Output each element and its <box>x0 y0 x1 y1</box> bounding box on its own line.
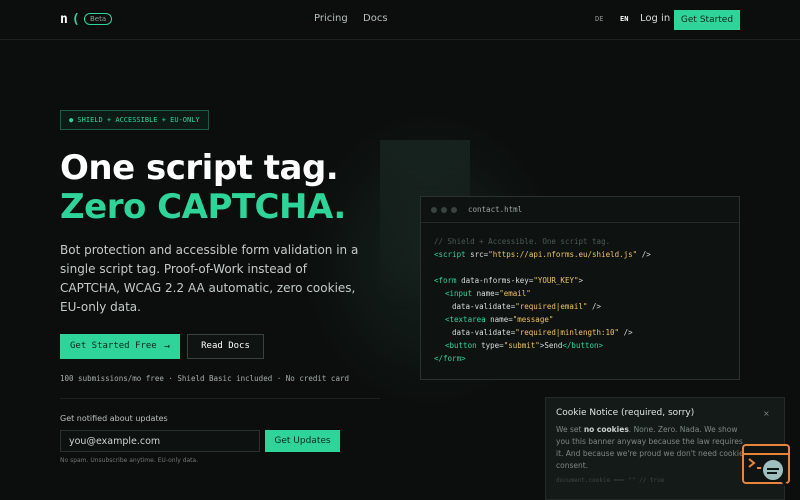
cookie-text: We set no cookies. None. Zero. Nada. We … <box>556 424 751 472</box>
code-token: "message" <box>512 315 554 324</box>
code-filename: contact.html <box>468 205 523 214</box>
code-token: data-validate= <box>452 302 516 311</box>
beta-badge: Beta <box>84 13 113 25</box>
code-token: data-nforms-key= <box>456 276 534 285</box>
window-dot-icon <box>451 207 457 213</box>
help-widget-icon[interactable] <box>742 444 790 488</box>
code-comment: // Shield + Accessible. One script tag. <box>434 237 611 246</box>
window-dot-icon <box>431 207 437 213</box>
get-updates-button[interactable]: Get Updates <box>265 430 340 452</box>
logo[interactable]: n( <box>60 12 80 27</box>
top-navigation: n( Beta Pricing Docs DE EN Log in Get St… <box>0 0 800 40</box>
code-card-header: contact.html <box>421 197 739 223</box>
code-token: <input <box>445 289 473 298</box>
code-line-form: <form data-nforms-key="YOUR_KEY"> <box>434 276 583 285</box>
code-token: "required|email" <box>515 302 588 311</box>
arrow-right-icon: → <box>163 341 170 352</box>
code-token: src= <box>465 250 489 259</box>
pricing-fineprint: 100 submissions/mo free · Shield Basic i… <box>60 374 349 383</box>
nav-link-pricing[interactable]: Pricing <box>314 13 348 24</box>
language-en[interactable]: EN <box>620 15 628 23</box>
logo-letter: n <box>60 12 68 27</box>
code-line-script: <script src="https://api.nforms.eu/shiel… <box>434 250 651 259</box>
cookie-text-bold: no cookies <box>583 425 629 434</box>
code-token: "YOUR_KEY" <box>533 276 579 285</box>
code-line-textarea-validate: data-validate="required|minlength:10" /> <box>452 328 633 337</box>
newsletter-note: No spam. Unsubscribe anytime. EU-only da… <box>60 457 199 464</box>
nav-link-docs[interactable]: Docs <box>363 13 388 24</box>
hero-description: Bot protection and accessible form valid… <box>60 243 359 314</box>
cookie-title: Cookie Notice (required, sorry) <box>556 408 695 418</box>
newsletter-label: Get notified about updates <box>60 414 168 423</box>
code-token: "submit" <box>503 341 540 350</box>
code-token: name= <box>485 315 513 324</box>
hero-title-line2: Zero CAPTCHA. <box>60 187 346 227</box>
code-token: </button> <box>562 341 604 350</box>
cookie-text-prefix: We set <box>556 425 584 434</box>
code-example-card: contact.html // Shield + Accessible. One… <box>420 196 740 380</box>
code-token: <button <box>445 341 477 350</box>
get-started-nav-button[interactable]: Get Started <box>674 10 740 30</box>
code-token: type= <box>476 341 504 350</box>
code-token: /> <box>587 302 602 311</box>
divider <box>60 398 380 399</box>
get-started-free-button[interactable]: Get Started Free → <box>60 334 180 359</box>
code-line-textarea: <textarea name="message" <box>445 315 553 324</box>
cookie-code: document.cookie === "" // true <box>556 477 665 484</box>
code-token: <script <box>434 250 466 259</box>
code-token: >Send <box>539 341 563 350</box>
close-icon[interactable]: × <box>763 409 770 418</box>
code-token: "email" <box>499 289 531 298</box>
language-de[interactable]: DE <box>595 15 603 23</box>
login-link[interactable]: Log in <box>640 13 670 24</box>
code-token: data-validate= <box>452 328 516 337</box>
code-line-button: <button type="submit">Send</button> <box>445 341 603 350</box>
code-token: /> <box>619 328 633 337</box>
hero-title-line1: One script tag. <box>60 148 339 188</box>
code-token: name= <box>472 289 500 298</box>
email-input[interactable] <box>60 430 260 452</box>
code-line-form-end: </form> <box>434 354 466 363</box>
code-token: > <box>578 276 584 285</box>
get-started-free-label: Get Started Free <box>70 341 157 351</box>
feature-badge: ● SHIELD + ACCESSIBLE + EU-ONLY <box>60 110 209 130</box>
window-dot-icon <box>441 207 447 213</box>
code-token: <form <box>434 276 457 285</box>
code-line-input: <input name="email" <box>445 289 531 298</box>
logo-paren: ( <box>71 12 80 27</box>
code-line-input-validate: data-validate="required|email" /> <box>452 302 601 311</box>
code-token: "https://api.nforms.eu/shield.js" <box>488 250 638 259</box>
code-token: /> <box>637 250 651 259</box>
code-token: <textarea <box>445 315 486 324</box>
code-token: "required|minlength:10" <box>515 328 620 337</box>
read-docs-button[interactable]: Read Docs <box>187 334 264 359</box>
